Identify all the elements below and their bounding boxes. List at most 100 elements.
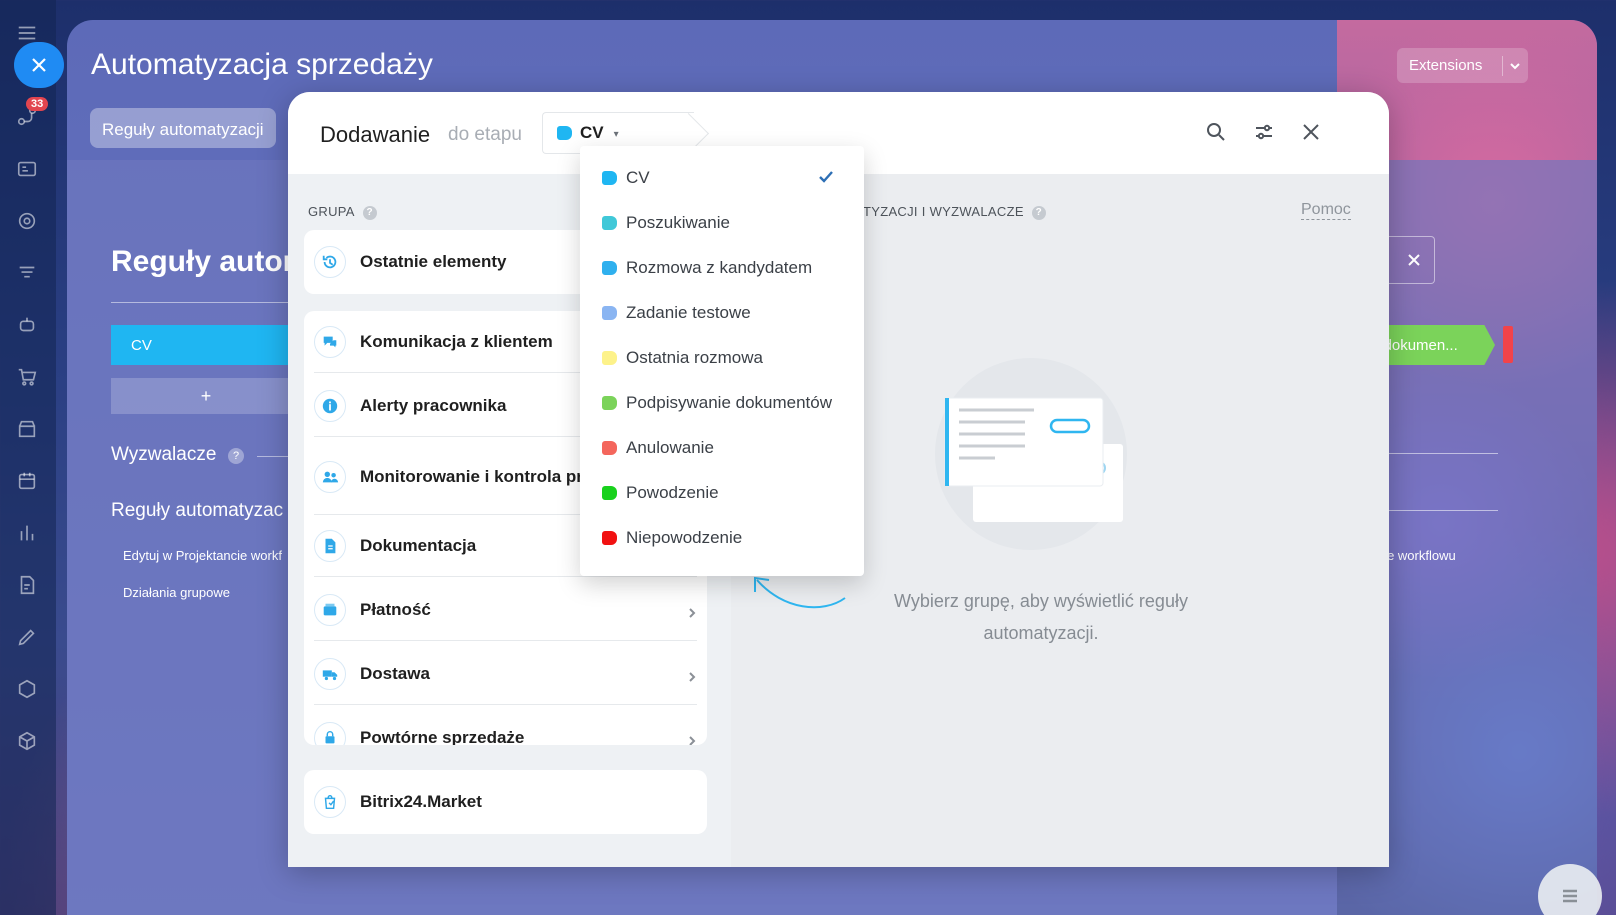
cube-icon[interactable] [14,728,40,754]
stage-column-cv[interactable]: CV [111,325,301,365]
extensions-label: Extensions [1409,57,1483,74]
stage-color-dot [602,485,617,500]
extensions-button[interactable]: Extensions [1397,48,1528,83]
history-icon [314,246,346,278]
help-icon[interactable]: ? [228,448,244,464]
chevron-right-icon [687,669,697,682]
stage-color-dot [602,215,617,230]
document-edit-icon[interactable] [14,572,40,598]
chart-icon[interactable] [14,520,40,546]
cart-icon[interactable] [14,364,40,390]
stage-option-final-interview[interactable]: Ostatnia rozmowa [580,335,864,380]
store-icon[interactable] [14,416,40,442]
stage-option-label: Niepowodzenie [626,527,743,547]
rules-label: Reguły automatyzac [111,500,284,521]
stage-option-signing-documents[interactable]: Podpisywanie dokumentów [580,380,864,425]
list-icon [1563,889,1577,903]
checkmark-icon [818,169,834,185]
group-item-market[interactable]: Bitrix24.Market [314,771,697,833]
funnel-icon[interactable] [14,260,40,286]
stage-option-failure[interactable]: Niepowodzenie [580,515,864,560]
stage-option-label: Zadanie testowe [626,302,751,322]
pen-icon[interactable] [14,624,40,650]
tab-automation-rules[interactable]: Reguły automatyzacji [90,108,276,148]
repeat-icon [314,722,346,745]
group-item-repeat-sales[interactable]: Powtórne sprzedaże [314,707,697,745]
stage-option-search[interactable]: Poszukiwanie [580,200,864,245]
group-item-delivery[interactable]: Dostawa [314,643,697,705]
market-card: Bitrix24.Market [304,770,707,834]
help-icon[interactable]: ? [362,206,377,220]
stage-color-dot [602,305,617,320]
stage-option-label: Podpisywanie dokumentów [626,392,833,412]
group-actions-link[interactable]: Działania grupowe [123,585,230,600]
stage-option-test-task[interactable]: Zadanie testowe [580,290,864,335]
document-icon [314,529,346,562]
close-icon[interactable] [1299,120,1325,146]
close-slider-button[interactable] [14,42,64,88]
help-link[interactable]: Pomoc [1301,201,1351,220]
stage-option-label: CV [626,167,650,187]
group-item-payment[interactable]: Płatność [314,579,697,641]
market-icon [314,786,346,818]
stage-color-dot [602,440,617,455]
robot-icon[interactable] [14,312,40,338]
help-icon[interactable]: ? [1031,206,1046,220]
stage-color-dot [602,350,617,365]
contact-card-icon[interactable] [14,156,40,182]
group-header: GRUPA? [308,204,377,220]
rules-header: ATYZACJI I WYZWALACZE? [855,204,1046,220]
stage-option-label: Rozmowa z kandydatem [626,257,813,277]
page-title: Automatyzacja sprzedaży [91,48,433,81]
notification-badge: 33 [26,97,49,111]
stage-color-dot [557,126,572,140]
wallet-icon [314,593,346,626]
dialog-subtitle: do etapu [448,124,522,145]
empty-state-illustration [935,358,1127,550]
rules-heading: Reguły autor [111,245,295,278]
target-icon[interactable] [14,208,40,234]
stage-option-label: Ostatnia rozmowa [626,347,763,367]
stage-color-dot [602,260,617,275]
group-item-label: Powtórne sprzedaże [360,728,525,745]
close-icon [32,58,46,72]
add-button[interactable]: + [111,378,301,414]
info-icon [314,389,346,422]
settings-sliders-icon[interactable] [1252,120,1278,146]
dialog-title: Dodawanie [320,122,431,147]
group-header-label: GRUPA [308,204,355,219]
rules-header-label: ATYZACJI I WYZWALACZE [855,204,1024,219]
stage-color-dot [602,395,617,410]
close-icon[interactable] [1408,254,1420,266]
stage-option-interview[interactable]: Rozmowa z kandydatem [580,245,864,290]
stage-option-label: Anulowanie [626,437,714,457]
group-item-label: Bitrix24.Market [360,792,482,811]
chevron-right-icon [687,605,697,618]
stage-selector-value: CV [580,123,604,142]
triggers-label: Wyzwalacze [111,444,217,465]
search-icon[interactable] [1204,120,1230,146]
caret-down-icon: ▾ [613,128,619,140]
edit-in-designer-link[interactable]: Edytuj w Projektancie workf [123,548,282,563]
chevron-right-icon [687,733,697,745]
stage-option-cancel[interactable]: Anulowanie [580,425,864,470]
calendar-icon[interactable] [14,468,40,494]
left-navigation: 33 [0,0,56,915]
stage-option-label: Poszukiwanie [626,212,730,232]
stage-option-success[interactable]: Powodzenie [580,470,864,515]
group-item-label: Płatność [360,599,431,619]
stage-dropdown-menu: CV Poszukiwanie Rozmowa z kandydatem Zad… [580,146,864,576]
stage-color-marker [1503,326,1513,363]
stage-color-dot [602,170,617,185]
stage-option-cv[interactable]: CV [580,155,864,200]
truck-icon [314,657,346,690]
chevron-down-icon [1510,62,1520,69]
stage-option-label: Powodzenie [626,482,719,502]
users-icon [314,460,346,493]
curved-arrow-icon [754,576,846,609]
group-item-label: Dostawa [360,663,430,683]
hexagon-icon[interactable] [14,676,40,702]
stage-color-dot [602,530,617,545]
empty-state-text: Wybierz grupę, aby wyświetlić reguły aut… [894,591,1188,643]
chat-icon [314,325,346,358]
